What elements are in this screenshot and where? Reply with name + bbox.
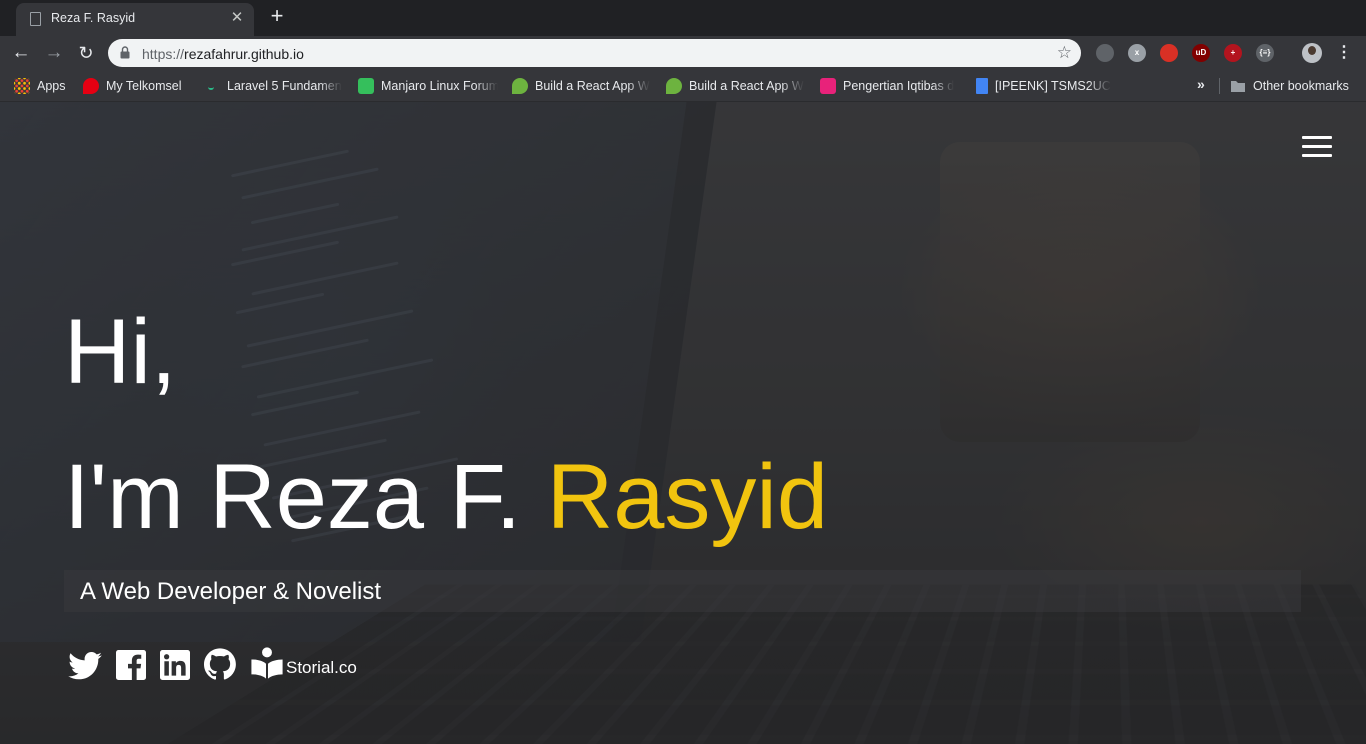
other-bookmarks-folder[interactable]: Other bookmarks <box>1230 77 1349 95</box>
tab-close-icon[interactable]: ✕ <box>228 9 246 27</box>
bookmark-item[interactable]: Build a React App W <box>512 77 652 95</box>
tab-strip: Reza F. Rasyid ✕ + <box>0 0 1366 36</box>
reader-book-icon <box>251 647 283 679</box>
leaf-icon <box>512 78 528 94</box>
bookmark-item[interactable]: Laravel 5 Fundamen <box>204 77 344 95</box>
bookmark-label: Laravel 5 Fundamen <box>227 79 342 93</box>
new-tab-button[interactable]: + <box>266 5 288 27</box>
chrome-menu-icon[interactable]: ⋮ <box>1336 41 1352 65</box>
name-accent: Rasyid <box>546 446 828 548</box>
active-tab[interactable]: Reza F. Rasyid ✕ <box>16 3 254 36</box>
hamburger-menu-icon[interactable] <box>1302 136 1332 158</box>
address-bar[interactable]: https://rezafahrur.github.io ☆ <box>108 39 1081 67</box>
doc-extension-icon[interactable]: x <box>1128 44 1146 62</box>
manjaro-icon <box>358 78 374 94</box>
name-prefix: I'm Reza F. <box>64 446 547 548</box>
bookmark-label: Build a React App W <box>535 79 650 93</box>
bookmarks-overflow-button[interactable]: » <box>1197 76 1205 92</box>
hero-section: Hi, I'm Reza F. Rasyid A Web Developer &… <box>0 102 1366 744</box>
bookmarks-separator <box>1219 78 1220 94</box>
storial-link[interactable]: Storial.co <box>250 646 357 680</box>
lock-icon[interactable] <box>120 46 130 59</box>
url-text[interactable]: https://rezafahrur.github.io <box>142 46 304 62</box>
reload-button[interactable]: ↻ <box>74 41 98 65</box>
json-extension-icon[interactable]: {≡} <box>1256 44 1274 62</box>
twitter-icon[interactable] <box>68 652 102 680</box>
bookmark-star-icon[interactable]: ☆ <box>1057 42 1072 64</box>
laravel-icon <box>208 82 214 90</box>
profile-avatar[interactable] <box>1302 43 1322 63</box>
url-host: rezafahrur.github.io <box>184 46 304 62</box>
telkomsel-icon <box>83 78 99 94</box>
bookmark-label: Build a React App W <box>689 79 804 93</box>
browser-toolbar: ← → ↻ https://rezafahrur.github.io ☆ x uD… <box>0 36 1366 70</box>
social-links: Storial.co <box>68 642 357 680</box>
bookmark-label: Apps <box>37 79 66 93</box>
forward-button[interactable]: → <box>42 41 66 65</box>
folder-icon <box>1231 81 1245 92</box>
other-bookmarks-label: Other bookmarks <box>1253 79 1349 93</box>
bookmark-item[interactable]: Manjaro Linux Forum <box>358 77 498 95</box>
shield-extension-icon[interactable]: + <box>1224 44 1242 62</box>
apps-grid-icon <box>14 78 30 94</box>
ublock-extension-icon[interactable]: uD <box>1192 44 1210 62</box>
facebook-icon[interactable] <box>116 650 146 680</box>
tagline-text: A Web Developer & Novelist <box>80 578 382 605</box>
bookmark-label: [IPEENK] TSMS2UC <box>995 79 1111 93</box>
bookmark-label: Manjaro Linux Forum <box>381 79 498 93</box>
bookmark-item[interactable]: Pengertian Iqtibas d <box>820 77 960 95</box>
bookmark-label: My Telkomsel <box>106 79 182 93</box>
bookmark-item[interactable]: [IPEENK] TSMS2UC <box>974 77 1114 95</box>
ib-icon <box>820 78 836 94</box>
name-heading: I'm Reza F. Rasyid <box>64 447 828 547</box>
back-button[interactable]: ← <box>9 41 33 65</box>
tag-extension-icon[interactable] <box>1160 44 1178 62</box>
bookmark-item[interactable]: Build a React App W <box>666 77 806 95</box>
mail-extension-icon[interactable] <box>1096 44 1114 62</box>
leaf-icon <box>666 78 682 94</box>
bookmark-label: Pengertian Iqtibas d <box>843 79 955 93</box>
bookmark-item[interactable]: Apps <box>14 77 74 95</box>
url-scheme: https:// <box>142 46 185 62</box>
bookmark-item[interactable]: My Telkomsel <box>83 77 193 95</box>
storial-label: Storial.co <box>286 658 357 677</box>
page-favicon-icon <box>30 12 41 26</box>
greeting-heading: Hi, <box>64 301 177 403</box>
github-icon[interactable] <box>204 648 236 680</box>
linkedin-icon[interactable] <box>160 650 190 680</box>
tab-title: Reza F. Rasyid <box>51 11 136 25</box>
tagline-bar: A Web Developer & Novelist <box>64 570 1301 612</box>
bookmarks-bar: Apps My Telkomsel Laravel 5 Fundamen Manjar… <box>0 70 1366 102</box>
google-doc-icon <box>976 78 988 94</box>
